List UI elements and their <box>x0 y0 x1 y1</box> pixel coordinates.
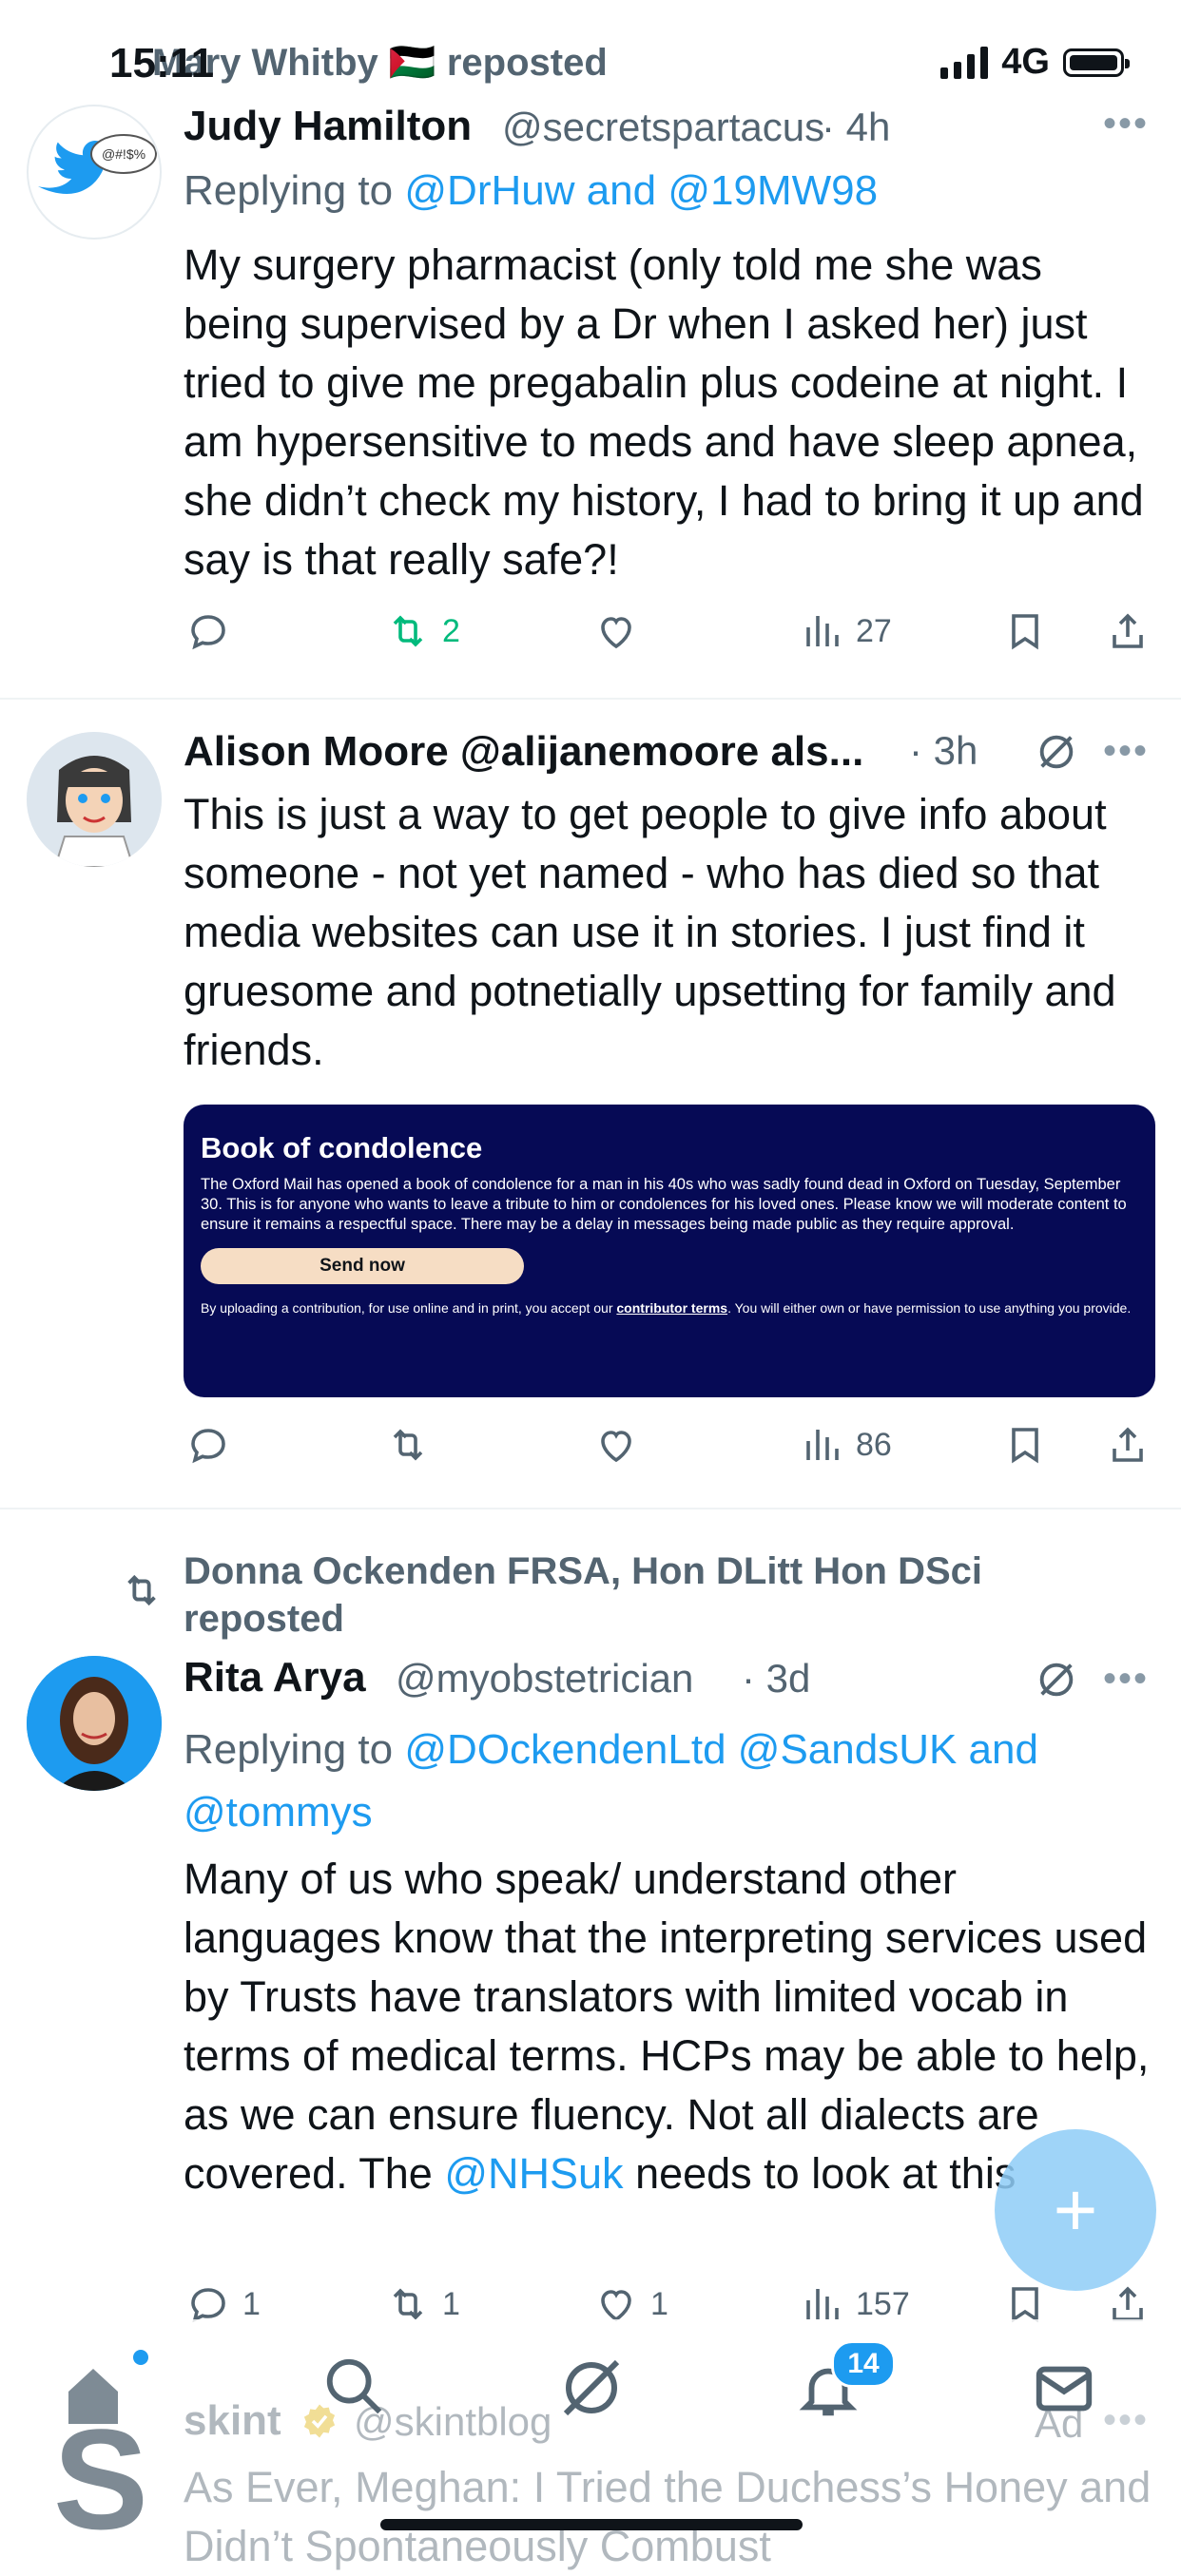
retweet-button[interactable] <box>385 1422 431 1468</box>
grok-icon[interactable] <box>557 2354 626 2422</box>
mention-link[interactable]: @NHSuk <box>444 2149 623 2198</box>
heart-icon <box>601 617 631 649</box>
retweet-count: 2 <box>442 612 460 649</box>
tweet-text: As Ever, Meghan: I Tried the Duchess’s H… <box>184 2463 1152 2570</box>
mail-icon[interactable] <box>1031 2355 1097 2422</box>
send-now-button[interactable]: Send now <box>201 1248 524 1284</box>
more-icon[interactable]: ••• <box>1103 730 1149 773</box>
compose-button[interactable]: + <box>995 2129 1156 2291</box>
share-button[interactable] <box>1105 608 1151 654</box>
tweet-time: · 4h <box>822 105 891 149</box>
home-icon: S <box>53 2350 148 2559</box>
author-handle[interactable]: @myobstetrician <box>396 1656 693 1701</box>
reply-mentions[interactable]: @DOckendenLtd @SandsUK and <box>404 1726 1038 1773</box>
bookmark-icon <box>1012 1428 1038 1464</box>
grok-icon[interactable] <box>1035 730 1078 774</box>
views-icon <box>806 616 839 646</box>
card-title: Book of condolence <box>201 1131 483 1164</box>
views-count: 86 <box>856 1426 892 1463</box>
reply-prefix: Replying to <box>184 167 394 214</box>
retweet-icon <box>393 615 423 647</box>
battery-icon <box>1063 48 1130 77</box>
search-icon[interactable] <box>321 2354 388 2420</box>
author-name[interactable]: skint <box>184 2397 281 2445</box>
avatar-text: @#!$% <box>102 146 145 162</box>
repost-label: Mary Whitby 🇵🇸 reposted <box>152 42 608 84</box>
share-icon <box>1113 613 1143 648</box>
divider <box>0 698 1181 700</box>
repost-label[interactable]: Donna Ockenden FRSA, Hon DLitt Hon DSci … <box>184 1548 1039 1643</box>
retweet-icon <box>393 1429 423 1461</box>
card-text: The Oxford Mail has opened a book of con… <box>201 1176 1127 1233</box>
avatar[interactable]: @#!$% <box>27 105 162 240</box>
link-card[interactable]: Book of condolence The Oxford Mail has o… <box>184 1105 1155 1397</box>
reply-count: 1 <box>242 2285 261 2322</box>
bird-icon: @#!$% <box>38 134 157 194</box>
heart-icon <box>601 1431 631 1463</box>
more-icon[interactable]: ••• <box>1103 2399 1149 2442</box>
share-icon <box>1113 1427 1143 1462</box>
bookmark-button[interactable] <box>1002 608 1048 654</box>
notification-badge: 14 <box>831 2340 896 2388</box>
reply-icon <box>191 615 225 650</box>
reply-context: Replying to @DOckendenLtd @SandsUK and @… <box>184 1719 1163 1844</box>
author-name[interactable]: Alison Moore @alijanemoore als... <box>184 728 863 776</box>
status-indicators: 4G <box>940 42 1130 83</box>
reply-icon <box>191 1429 225 1464</box>
repost-icon <box>127 1574 156 1606</box>
network-label: 4G <box>1001 42 1050 82</box>
author-handle[interactable]: @secretspartacus <box>502 105 824 150</box>
tweet-text: This is just a way to get people to give… <box>184 790 1116 1074</box>
svg-text:S: S <box>53 2399 148 2538</box>
tweet-text: Many of us who speak/ understand other l… <box>184 1855 1150 2198</box>
reply-mentions[interactable]: @DrHuw and @19MW98 <box>404 167 878 214</box>
share-button[interactable] <box>1105 1422 1151 1468</box>
signal-icon <box>940 46 989 79</box>
tweet-text: My surgery pharmacist (only told me she … <box>184 240 1144 584</box>
avatar[interactable] <box>27 1656 162 1791</box>
reply-button[interactable] <box>185 1422 231 1468</box>
like-button[interactable] <box>593 1422 639 1468</box>
views-icon <box>806 1430 839 1460</box>
status-time: 15:11 <box>109 40 215 87</box>
author-name[interactable]: Rita Arya <box>184 1654 366 1701</box>
like-button[interactable] <box>593 608 639 654</box>
card-fine-print: By uploading a contribution, for use onl… <box>201 1300 1132 1316</box>
tweet-time: · 3d <box>742 1656 811 1701</box>
plus-icon: + <box>1053 2167 1098 2252</box>
contributor-terms-link[interactable]: contributor terms <box>616 1300 727 1316</box>
cartoon-face-icon <box>27 732 162 867</box>
avatar[interactable] <box>27 732 162 867</box>
views-button[interactable]: 27 <box>799 608 892 654</box>
grok-icon[interactable] <box>1035 1658 1078 1701</box>
tweet-time: · 3h <box>909 728 978 773</box>
like-count: 1 <box>650 2285 668 2322</box>
author-name[interactable]: Judy Hamilton <box>184 103 472 150</box>
home-indicator <box>380 2519 803 2530</box>
more-icon[interactable]: ••• <box>1103 103 1149 145</box>
views-count: 157 <box>856 2285 910 2322</box>
reply-prefix: Replying to <box>184 1726 394 1773</box>
more-icon[interactable]: ••• <box>1103 1658 1149 1701</box>
reply-button[interactable] <box>185 608 231 654</box>
views-button[interactable]: 86 <box>799 1422 892 1468</box>
divider <box>0 1508 1181 1509</box>
reply-context: Replying to @DrHuw and @19MW98 <box>184 167 878 215</box>
views-count: 27 <box>856 612 892 649</box>
portrait-photo <box>27 1656 162 1791</box>
bookmark-icon <box>1012 614 1038 650</box>
reply-mention-tommys[interactable]: @tommys <box>184 1789 373 1836</box>
retweet-count: 1 <box>442 2285 460 2322</box>
nav-home[interactable]: S <box>53 2348 167 2559</box>
retweet-button[interactable]: 2 <box>385 608 460 654</box>
bookmark-button[interactable] <box>1002 1422 1048 1468</box>
